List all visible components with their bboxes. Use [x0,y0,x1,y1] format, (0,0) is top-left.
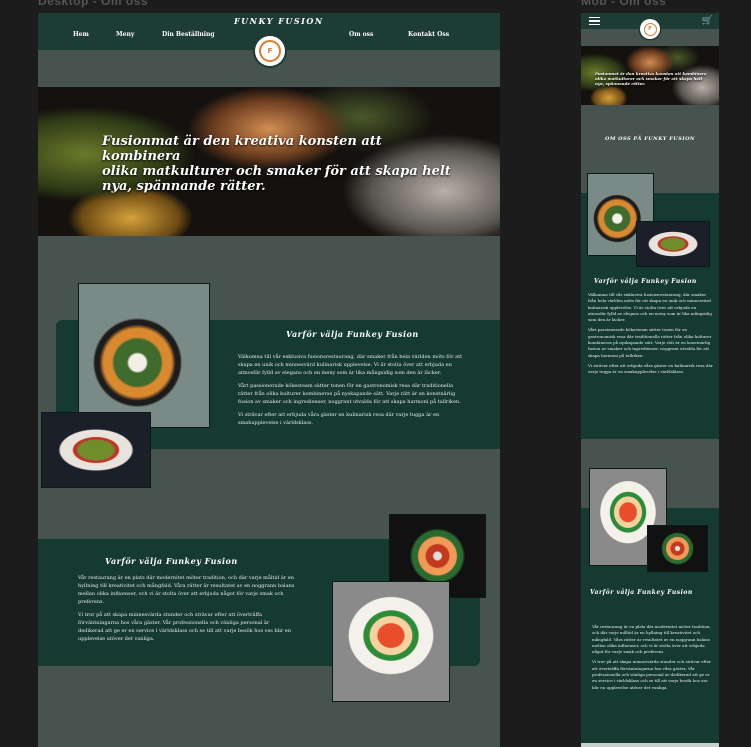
mobile-footer-strip [581,743,719,747]
hero-banner: Fusionmat är den kreativa konsten att ko… [38,87,500,236]
mobile-section1-paragraph-1: Välkomna till vår exklusiva fusionsresta… [588,292,712,323]
hamburger-menu-icon[interactable] [589,17,600,25]
section1-paragraph-1: Välkomna till vår exklusiva fusionsresta… [238,354,463,376]
section1-paragraph-3: Vi strävar efter att erbjuda våra gäster… [238,412,440,426]
brand-name: FUNKY FUSION [234,16,324,26]
mobile-platter-image [647,525,708,572]
mobile-hero-text: Fusionmat är den kreativa konsten att ko… [595,71,707,86]
nav-about-link[interactable]: Om oss [349,31,373,38]
mobile-section2-text: Vår restaurang är en plats där modernite… [592,624,712,695]
section2-paragraph-1: Vår restaurang är en plats där modernite… [78,575,295,605]
mobile-hero: Fusionmat är den kreativa konsten att ko… [581,46,719,105]
section2-title: Varför välja Funkey Fusion [105,556,238,566]
nav-home-link[interactable]: Hem [73,31,89,38]
cart-icon[interactable]: 🛒 [702,16,713,26]
section1-title: Varför välja Funkey Fusion [286,329,419,339]
desktop-frame-label: Desktop - Om oss [38,0,149,8]
hero-line-1: Fusionmat är den kreativa konsten att ko… [102,134,382,164]
mobile-page: 🛒 F Fusionmat är den kreativa konsten at… [581,13,719,747]
hero-headline: Fusionmat är den kreativa konsten att ko… [102,134,462,194]
mobile-section1-paragraph-2: Vårt passionerade kökesteam sätter tonen… [588,327,712,358]
section1-paragraph-2: Vårt passionerade kökesteam sätter tonen… [238,383,461,405]
section2-paragraph-2: Vi tror på att skapa minnesvärda stunder… [78,612,291,642]
mobile-section2-paragraph-1: Vår restaurang är en plats där modernite… [592,624,711,655]
mobile-section1-text: Välkomna till vår exklusiva fusionsresta… [588,292,713,380]
mobile-section2-paragraph-2: Vi tror på att skapa minnesvärda stunder… [592,659,712,690]
nav-menu-link[interactable]: Meny [116,31,134,38]
hero-line-2: olika matkulturer och smaker för att ska… [102,164,451,179]
mobile-pasta-image [636,221,710,267]
hero-line-3: nya, spännande rätter. [102,179,266,194]
brand-logo[interactable]: F [255,36,285,66]
ramen-bowl-image [78,283,210,428]
mobile-brand-logo[interactable]: F [640,19,660,39]
mobile-frame-label: Mob - Om oss [581,0,667,8]
section2-text: Vår restaurang är en plats där modernite… [78,574,296,648]
logo-mark-icon: F [259,40,281,62]
section1-text: Välkomna till vår exklusiva fusionsresta… [238,353,464,432]
pasta-plate-image [41,412,151,488]
mobile-logo-mark-icon: F [643,22,657,36]
mobile-section1-paragraph-3: Vi strävar efter att erbjuda våra gäster… [588,362,713,375]
sashimi-plate-image [332,581,450,702]
mobile-section1-title: Varför välja Funkey Fusion [594,278,697,285]
nav-contact-link[interactable]: Kontakt Oss [408,31,449,38]
nav-order-link[interactable]: Din Beställning [162,31,215,38]
desktop-page: Hem Meny Din Beställning Om oss Kontakt … [38,13,500,747]
mobile-about-heading: OM OSS PÅ FUNKY FUSION [605,136,696,142]
mobile-section2-title: Varför välja Funkey Fusion [590,589,693,596]
